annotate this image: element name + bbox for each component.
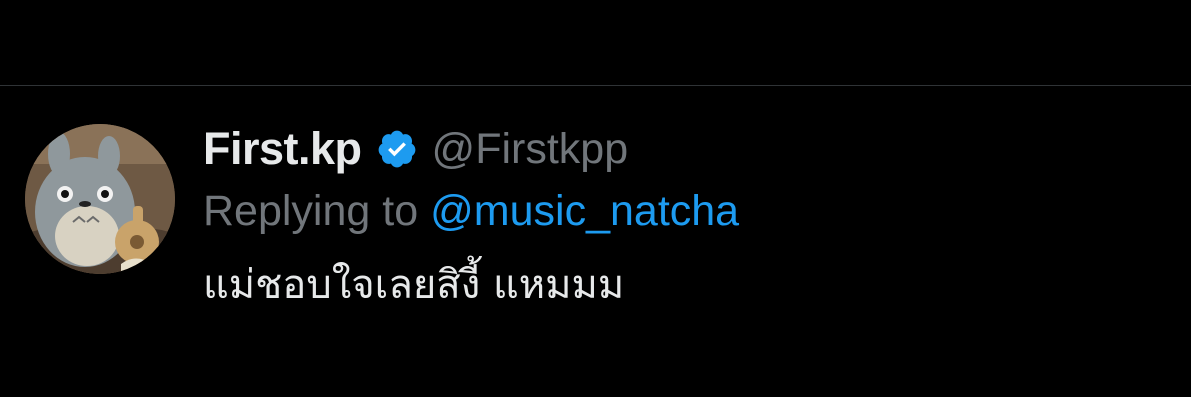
top-divider [0, 85, 1191, 86]
reply-mention-link[interactable]: @music_natcha [430, 187, 739, 235]
author-handle[interactable]: @Firstkpp [432, 125, 629, 174]
tweet-text: แม่ชอบใจเลยสิงี้ แหมมม [203, 262, 625, 308]
totoro-avatar-icon [25, 124, 175, 274]
avatar[interactable] [25, 124, 175, 274]
replying-to-line: Replying to @music_natcha [203, 180, 1163, 242]
verified-badge-icon [376, 128, 418, 170]
display-name[interactable]: First.kp [203, 123, 362, 175]
replying-to-label: Replying to [203, 187, 419, 235]
tweet-header: First.kp @Firstkpp [203, 118, 1163, 180]
tweet-body: First.kp @Firstkpp Replying to @music_nat… [203, 118, 1163, 314]
